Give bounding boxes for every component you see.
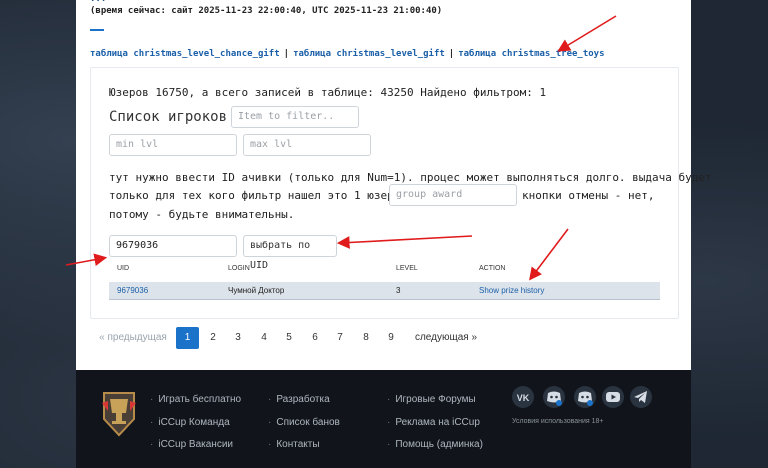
page-6[interactable]: 6	[304, 327, 326, 349]
page-8[interactable]: 8	[355, 327, 377, 349]
award-instructions-line-2b: кнопки отмены - нет,	[522, 189, 655, 202]
discord-icon[interactable]	[543, 386, 565, 408]
footer-link-contacts[interactable]: · Контакты	[268, 438, 340, 461]
footer-link-label: Помощь (админка)	[395, 439, 483, 450]
show-prize-history-link[interactable]: Show prize history	[479, 286, 544, 295]
footer-link-label: Разработка	[276, 394, 330, 405]
terms-of-use[interactable]: Условия использования 18+	[512, 418, 604, 425]
cell-uid[interactable]: 9679036	[117, 286, 148, 295]
footer-link-help-admin[interactable]: · Помощь (админка)	[387, 438, 483, 461]
discord-settings-icon[interactable]	[574, 386, 596, 408]
footer-column-2: · Разработка · Список банов · Контакты	[268, 393, 340, 461]
players-card: Юзеров 16750, а всего записей в таблице:…	[90, 67, 712, 319]
footer-column-1: · Играть бесплатно · iCCup Команда · iCCup …	[150, 393, 241, 461]
column-header-login: LOGIN	[228, 265, 250, 272]
cell-level: 3	[396, 286, 401, 295]
page-4[interactable]: 4	[253, 327, 275, 349]
filter-input[interactable]: Item to filter..	[231, 106, 359, 128]
column-header-uid: UID	[117, 265, 130, 272]
footer-link-label: Реклама на iCCup	[395, 416, 480, 428]
header-top-line: ...	[90, 0, 106, 4]
footer-link-label: Контакты	[276, 439, 320, 450]
footer-link-label: Играть бесплатно	[158, 394, 242, 405]
footer-link-play-free[interactable]: · Играть бесплатно	[150, 393, 241, 416]
page-5[interactable]: 5	[278, 327, 300, 349]
page-3[interactable]: 3	[227, 327, 249, 349]
award-instructions-line-1: тут нужно ввести ID ачивки (только для N…	[109, 171, 712, 184]
page-7[interactable]: 7	[329, 327, 351, 349]
table-links: таблица christmas_level_chance_gift | табл…	[90, 49, 605, 59]
page-2[interactable]: 2	[202, 327, 224, 349]
link-christmas-tree-toys[interactable]: таблица christmas_tree_toys	[458, 49, 604, 59]
footer-link-advertising[interactable]: · Реклама на iCCup	[387, 416, 483, 439]
youtube-icon[interactable]	[602, 386, 624, 408]
links-separator: |	[283, 49, 290, 59]
cell-login: Чумной Доктор	[228, 286, 285, 295]
award-instructions-line-2: только для тех кого фильтр нашел это 1 ю…	[109, 189, 414, 202]
min-lvl-input[interactable]: min lvl	[109, 134, 237, 156]
table-row: 9679036 Чумной Доктор 3 Show prize histo…	[109, 282, 660, 300]
footer-link-ban-list[interactable]: · Список банов	[268, 416, 340, 439]
pagination-next[interactable]: следующая »	[414, 327, 478, 349]
links-separator: |	[448, 49, 455, 59]
column-header-action: ACTION	[479, 265, 506, 272]
summary-text: Юзеров 16750, а всего записей в таблице:…	[109, 86, 547, 99]
footer-link-game-forums[interactable]: · Игровые Форумы	[387, 393, 483, 416]
iccup-logo-icon	[102, 392, 136, 437]
server-time-line: (время сейчас: сайт 2025-11-23 22:00:40,…	[90, 6, 443, 16]
pagination-prev[interactable]: « предыдущая	[98, 327, 168, 349]
tab-underline	[90, 29, 104, 31]
footer-link-iccup-team[interactable]: · iCCup Команда	[150, 416, 241, 439]
telegram-icon[interactable]	[630, 386, 652, 408]
page-9[interactable]: 9	[380, 327, 402, 349]
footer-link-label: iCCup Команда	[158, 416, 230, 428]
svg-text:VK: VK	[517, 393, 530, 403]
footer-link-development[interactable]: · Разработка	[268, 393, 340, 416]
footer-link-label: Список банов	[276, 416, 340, 428]
footer-link-label: iCCup Вакансии	[158, 439, 233, 450]
page-1[interactable]: 1	[176, 327, 199, 349]
footer-link-label: Игровые Форумы	[395, 394, 476, 405]
max-lvl-input[interactable]: max lvl	[243, 134, 371, 156]
link-christmas-level-chance-gift[interactable]: таблица christmas_level_chance_gift	[90, 49, 280, 59]
link-christmas-level-gift[interactable]: таблица christmas_level_gift	[293, 49, 445, 59]
players-title: Список игроков	[109, 109, 228, 125]
column-header-level: LEVEL	[396, 265, 418, 272]
vk-icon[interactable]: VK	[512, 386, 534, 408]
uid-input[interactable]: 9679036	[109, 235, 237, 257]
footer-link-iccup-vacancies[interactable]: · iCCup Вакансии	[150, 438, 241, 461]
award-instructions-line-3: потому - будьте внимательны.	[109, 208, 295, 221]
group-award-input[interactable]: group award	[389, 184, 517, 206]
select-by-uid-button[interactable]: выбрать по UID	[243, 235, 337, 271]
footer-column-3: · Игровые Форумы · Реклама на iCCup · Помощ…	[387, 393, 483, 461]
